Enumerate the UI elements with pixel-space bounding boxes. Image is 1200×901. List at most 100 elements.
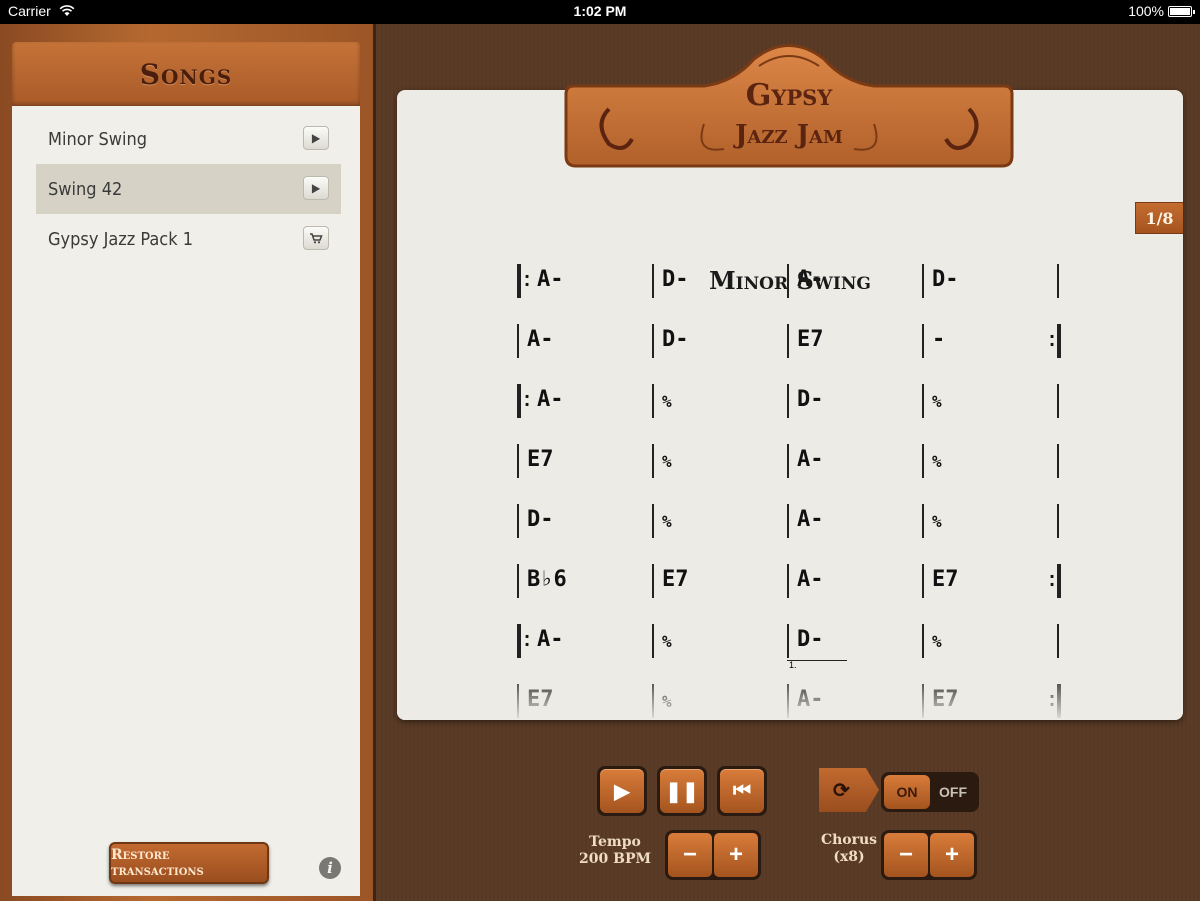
chord-cell: % (922, 502, 1057, 544)
play-icon: ▶ (311, 181, 321, 195)
app-logo: Gypsy Jazz Jam (564, 34, 1014, 172)
chord-cell: E7 (787, 322, 922, 364)
play-icon: ▶ (311, 131, 321, 145)
songs-list: Minor Swing ▶ Swing 42 ▶ Gypsy Jazz Pack… (12, 106, 360, 896)
chord-grid: · · A- D- A- D- A- D- E7- · · · · A-% D-% E7% A-% D-% A-% B… (397, 90, 1183, 720)
tempo-decrease-button[interactable]: − (668, 833, 712, 877)
page-indicator[interactable]: 1/8 (1135, 202, 1183, 234)
chord-symbol: B♭6 (527, 567, 567, 592)
chord-cell: - (922, 322, 1057, 364)
barline (922, 384, 924, 418)
chord-cell: A- (787, 502, 922, 544)
play-button[interactable]: ▶ (597, 766, 647, 816)
song-item-minor-swing[interactable]: Minor Swing ▶ (36, 114, 341, 164)
chord-cell: D- (652, 322, 787, 364)
chord-cell: A- (517, 322, 652, 364)
barline (517, 564, 519, 598)
song-name: Swing 42 (48, 178, 123, 200)
chord-cell: % (652, 442, 787, 484)
barline-end (1057, 324, 1061, 358)
chord-symbol: % (662, 512, 672, 531)
barline (787, 444, 789, 478)
cart-icon (310, 233, 323, 244)
chorus-decrease-button[interactable]: − (884, 833, 928, 877)
chorus-increase-button[interactable]: + (930, 833, 974, 877)
rewind-button[interactable]: ⏮ (717, 766, 767, 816)
chord-symbol: % (932, 512, 942, 531)
sheet-fade (397, 670, 1183, 720)
play-icon: ▶ (600, 769, 644, 813)
chord-row: B♭6 E7 A- E7 · · (517, 562, 1077, 604)
logo-line-1: Gypsy (745, 78, 833, 113)
barline (652, 444, 654, 478)
chord-symbol: % (932, 452, 942, 471)
chord-symbol: % (932, 392, 942, 411)
barline (517, 384, 521, 418)
chord-symbol: E7 (527, 447, 554, 472)
songs-title: Songs (139, 57, 233, 91)
loop-off-option[interactable]: OFF (930, 775, 976, 809)
skip-back-icon: ⏮ (720, 769, 764, 813)
chord-symbol: D- (662, 327, 689, 352)
ending-number: 1. (789, 660, 797, 670)
loop-icon: ⟳ (819, 768, 879, 812)
chord-cell: E7 (517, 442, 652, 484)
chorus-display: Chorus (x8) (811, 832, 887, 866)
buy-pack-button[interactable] (303, 226, 329, 250)
chord-row: · · A-% D-% (517, 382, 1077, 424)
main-area: · · A- D- A- D- A- D- E7- · · · · A-% D-% E7% A-% D-% A-% B… (379, 24, 1200, 901)
repeat-start-dots: · · (524, 387, 531, 414)
chord-symbol: - (932, 327, 946, 352)
barline (652, 624, 654, 658)
status-bar: Carrier 1:02 PM 100% (0, 0, 1200, 24)
barline (787, 504, 789, 538)
song-item-swing-42[interactable]: Swing 42 ▶ (36, 164, 341, 214)
barline (922, 504, 924, 538)
pause-button[interactable]: ❚❚ (657, 766, 707, 816)
tempo-increase-button[interactable]: + (714, 833, 758, 877)
chord-symbol: E7 (662, 567, 689, 592)
battery-info: 100% (1128, 3, 1195, 19)
loop-toggle[interactable]: ON OFF (881, 772, 979, 812)
chord-cell: D- (787, 382, 922, 424)
pause-icon: ❚❚ (660, 769, 704, 813)
chord-symbol: D- (797, 387, 824, 412)
chord-sheet[interactable]: · · A- D- A- D- A- D- E7- · · · · A-% D-% E7% A-% D-% A-% B… (397, 90, 1183, 720)
chord-cell: E7 (652, 562, 787, 604)
barline (787, 324, 789, 358)
logo-line-2: Jazz Jam (735, 120, 843, 150)
song-title: Minor Swing (709, 266, 871, 295)
chord-cell: · · A- (517, 382, 652, 424)
chord-row: · · A-% D- 1.% (517, 622, 1077, 670)
chord-symbol: A- (797, 567, 824, 592)
chord-symbol: A- (537, 627, 564, 652)
barline (922, 324, 924, 358)
loop-on-option[interactable]: ON (884, 775, 930, 809)
barline (787, 564, 789, 598)
info-icon[interactable]: i (319, 857, 341, 879)
battery-fill (1170, 7, 1190, 15)
barline-end (1057, 444, 1059, 478)
song-name: Gypsy Jazz Pack 1 (48, 228, 194, 250)
play-song-button[interactable]: ▶ (303, 176, 329, 200)
chord-cell: % (652, 502, 787, 544)
barline (787, 384, 789, 418)
restore-transactions-button[interactable]: Restore transactions (109, 842, 269, 884)
chord-symbol: A- (527, 327, 554, 352)
chord-symbol: A- (797, 447, 824, 472)
barline (787, 624, 789, 658)
chord-symbol: E7 (797, 327, 824, 352)
chord-cell: % (922, 442, 1057, 484)
barline (517, 624, 521, 658)
chorus-label: Chorus (820, 832, 878, 848)
barline-end (1057, 384, 1059, 418)
chord-symbol: % (932, 632, 942, 651)
chord-cell: · · A- (517, 622, 652, 664)
chord-cell: A- (787, 562, 922, 604)
play-song-button[interactable]: ▶ (303, 126, 329, 150)
barline (652, 324, 654, 358)
chord-symbol: % (662, 632, 672, 651)
barline (922, 624, 924, 658)
songs-header: Songs (12, 42, 360, 106)
song-item-gypsy-jazz-pack-1[interactable]: Gypsy Jazz Pack 1 (36, 214, 341, 264)
